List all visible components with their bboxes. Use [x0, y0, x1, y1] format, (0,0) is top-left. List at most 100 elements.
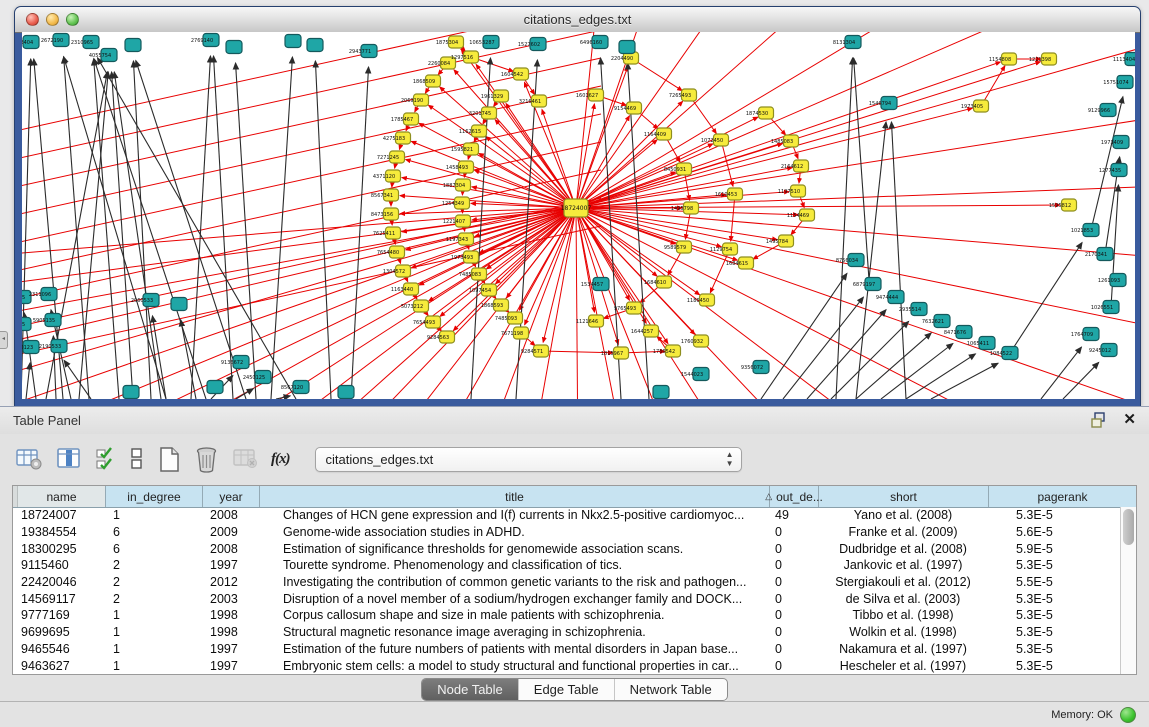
table-selector-dropdown[interactable]: citations_edges.txt ▲▼	[315, 447, 742, 472]
row-height-icon[interactable]	[130, 445, 144, 473]
svg-text:9284571: 9284571	[521, 349, 543, 355]
svg-text:1485083: 1485083	[771, 139, 793, 145]
table-row[interactable]: 969969511998Structural magnetic resonanc…	[13, 624, 1121, 641]
table-cell: Genome-wide association studies in ADHD.	[259, 525, 769, 539]
column-header-out-degree[interactable]: △out_de...	[770, 486, 819, 507]
table-mode-icon[interactable]	[16, 445, 43, 473]
column-header-short[interactable]: short	[819, 486, 989, 507]
column-header-year[interactable]: year	[203, 486, 260, 507]
table-cell: 0	[769, 525, 818, 539]
svg-text:1297516: 1297516	[451, 55, 473, 61]
table-row[interactable]: 1872400712008Changes of HCN gene express…	[13, 507, 1121, 524]
function-builder-icon[interactable]: f(x)	[271, 445, 290, 473]
table-cell: 9115460	[13, 558, 105, 572]
table-cell: 5.5E-5	[988, 575, 1121, 589]
svg-text:1595812: 1595812	[1049, 203, 1071, 209]
table-row[interactable]: 946554611997Estimation of the future num…	[13, 641, 1121, 658]
svg-text:1786542: 1786542	[653, 349, 675, 355]
svg-text:9284563: 9284563	[427, 335, 449, 341]
tab-node-table[interactable]: Node Table	[422, 679, 518, 700]
svg-text:2164612: 2164612	[781, 164, 803, 170]
scrollbar-thumb[interactable]	[1123, 509, 1134, 545]
svg-text:1254349: 1254349	[442, 201, 464, 207]
svg-text:2190533: 2190533	[39, 344, 61, 350]
svg-text:1684610: 1684610	[644, 280, 666, 286]
table-row[interactable]: 911546021997Tourette syndrome. Phenomeno…	[13, 557, 1121, 574]
svg-text:1874530: 1874530	[746, 111, 768, 117]
table-cell: 1997	[202, 659, 259, 673]
table-cell: 5.3E-5	[988, 608, 1121, 622]
table-cell: 5.3E-5	[988, 659, 1121, 673]
svg-text:1129754: 1129754	[710, 247, 732, 253]
table-cell: 0	[769, 625, 818, 639]
column-header-title[interactable]: title	[260, 486, 770, 507]
svg-text:1887304: 1887304	[443, 183, 465, 189]
table-row[interactable]: 1830029562008Estimation of significance …	[13, 540, 1121, 557]
svg-text:1162615: 1162615	[459, 129, 481, 135]
network-canvas[interactable]: 1872400722600841868509206919017854674275…	[22, 32, 1135, 399]
tab-network-table[interactable]: Network Table	[614, 679, 727, 700]
table-row[interactable]: 977716911998Corpus callosum shape and si…	[13, 607, 1121, 624]
select-rows-icon[interactable]	[95, 445, 117, 473]
svg-text:2069190: 2069190	[401, 98, 423, 104]
panel-collapse-tab[interactable]: ◂	[0, 331, 8, 349]
window-titlebar[interactable]: citations_edges.txt	[15, 7, 1140, 33]
table-cell: 0	[769, 592, 818, 606]
table-cell: 2012	[202, 575, 259, 589]
svg-text:10653287: 10653287	[469, 40, 494, 46]
svg-text:7625411: 7625411	[373, 231, 395, 237]
column-visibility-icon[interactable]	[56, 445, 82, 473]
table-cell: 2003	[202, 592, 259, 606]
column-header-name[interactable]: name	[18, 486, 106, 507]
table-cell: Jankovic et al. (1997)	[818, 558, 988, 572]
table-row[interactable]: 2242004622012Investigating the contribut…	[13, 574, 1121, 591]
table-row[interactable]: 946362711997Embryonic stem cells: a mode…	[13, 657, 1121, 674]
svg-text:1261093: 1261093	[1098, 278, 1120, 284]
table-row[interactable]: 1456911722003Disruption of a novel membe…	[13, 590, 1121, 607]
table-cell: Dudbridge et al. (2008)	[818, 542, 988, 556]
svg-text:1604542: 1604542	[501, 72, 523, 78]
svg-text:9154469: 9154469	[614, 106, 636, 112]
svg-text:1610453: 1610453	[715, 192, 737, 198]
float-window-icon[interactable]	[1091, 412, 1108, 428]
sort-ascending-icon: △	[765, 491, 772, 502]
table-cell: Investigating the contribution of common…	[259, 575, 769, 589]
table-row[interactable]: 1938455462009Genome-wide association stu…	[13, 524, 1121, 541]
delete-column-icon[interactable]	[194, 445, 219, 473]
create-column-icon[interactable]	[157, 445, 181, 473]
svg-text:8471676: 8471676	[944, 330, 966, 336]
svg-text:1113404: 1113404	[1113, 57, 1135, 63]
table-cell: 2	[105, 558, 202, 572]
table-panel: Table Panel ✕ f	[0, 406, 1149, 727]
svg-text:1154469: 1154469	[787, 213, 809, 219]
svg-text:8567120: 8567120	[281, 385, 303, 391]
table-cell: 5.6E-5	[988, 525, 1121, 539]
close-icon[interactable]: ✕	[1123, 412, 1136, 428]
svg-text:2310965: 2310965	[71, 40, 93, 46]
table-cell: Franke et al. (2009)	[818, 525, 988, 539]
table-cell: 1	[105, 659, 202, 673]
svg-text:7654493: 7654493	[413, 320, 435, 326]
table-scrollbar[interactable]	[1120, 507, 1136, 674]
table-cell: 2008	[202, 542, 259, 556]
svg-text:1097454: 1097454	[469, 288, 491, 294]
table-cell: 6	[105, 542, 202, 556]
svg-text:1868593: 1868593	[481, 303, 503, 309]
table-cell: 18724007	[13, 508, 105, 522]
table-cell: 22420046	[13, 575, 105, 589]
svg-text:1163440: 1163440	[391, 287, 413, 293]
svg-text:7485083: 7485083	[459, 272, 481, 278]
svg-text:1458493: 1458493	[446, 165, 468, 171]
table-cell: Wolkin et al. (1998)	[818, 625, 988, 639]
svg-text:4055754: 4055754	[89, 53, 111, 59]
table-toolbar: f(x) citations_edges.txt ▲▼	[0, 434, 742, 484]
column-header-pagerank[interactable]: pagerank	[989, 486, 1136, 507]
svg-text:8131304: 8131304	[833, 40, 855, 46]
table-cell: 14569117	[13, 592, 105, 606]
svg-text:2170341: 2170341	[1085, 252, 1107, 258]
tab-edge-table[interactable]: Edge Table	[518, 679, 614, 700]
table-cell: 9777169	[13, 608, 105, 622]
table-cell: 19384554	[13, 525, 105, 539]
column-header-in-degree[interactable]: in_degree	[106, 486, 203, 507]
delete-table-icon[interactable]	[232, 445, 258, 473]
